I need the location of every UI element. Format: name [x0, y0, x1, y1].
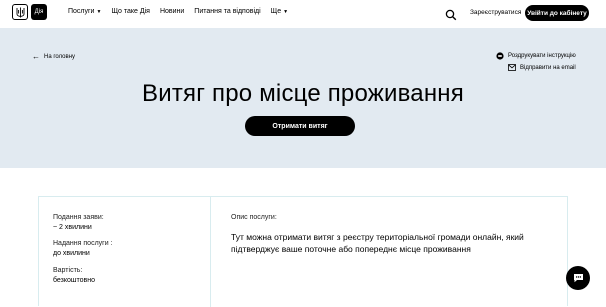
application-time-label: Подання заяви: — [53, 214, 104, 221]
page-title: Витяг про місце проживання — [142, 80, 464, 107]
nav-what-is-diia[interactable]: Що таке Дія — [111, 8, 150, 15]
mail-icon — [508, 64, 516, 71]
nav-news[interactable]: Новини — [160, 8, 184, 15]
nav-services-label: Послуги — [68, 8, 95, 15]
card-divider — [210, 197, 211, 307]
top-header: Дія Послуги ▼ Що таке Дія Новини Питання … — [0, 0, 606, 28]
nav-services[interactable]: Послуги ▼ — [68, 8, 101, 15]
nav-faq[interactable]: Питання та відповіді — [194, 8, 260, 15]
search-icon[interactable] — [445, 8, 457, 21]
application-time: Подання заяви: ~ 2 хвилини — [53, 213, 104, 233]
service-cost-value: безкоштовно — [53, 277, 96, 284]
nav-what-is-diia-label: Що таке Дія — [111, 8, 150, 15]
application-time-value: ~ 2 хвилини — [53, 224, 92, 231]
service-info-card: Подання заяви: ~ 2 хвилини Надання послу… — [38, 196, 568, 307]
get-extract-button[interactable]: Отримати витяг — [245, 116, 355, 136]
chat-button[interactable] — [566, 266, 590, 290]
register-link[interactable]: Зареєструватися — [470, 9, 521, 16]
trident-logo-icon[interactable] — [12, 4, 28, 20]
logo-group: Дія — [12, 4, 47, 20]
back-label: На головну — [44, 53, 76, 60]
description-label: Опис послуги: — [231, 214, 277, 221]
delivery-time: Надання послуги : до хвилини — [53, 239, 113, 259]
email-label: Відправити на email — [520, 64, 576, 71]
service-cost: Вартість: безкоштовно — [53, 266, 95, 286]
main-nav: Послуги ▼ Що таке Дія Новини Питання та в… — [68, 8, 298, 15]
nav-news-label: Новини — [159, 8, 185, 15]
nav-more[interactable]: Ще ▼ — [271, 8, 288, 15]
send-email-link[interactable]: Відправити на email — [508, 64, 576, 71]
nav-more-label: Ще — [270, 8, 282, 15]
print-instruction-link[interactable]: Роздрукувати інструкцію — [496, 52, 576, 60]
service-cost-label: Вартість: — [53, 267, 83, 274]
hero-section: ← На головну Роздрукувати інструкцію Від… — [0, 28, 606, 168]
delivery-time-label: Надання послуги : — [53, 240, 113, 247]
description-text: Тут можна отримати витяг з реєстру терит… — [231, 232, 524, 254]
nav-faq-label: Питання та відповіді — [194, 8, 261, 15]
print-label: Роздрукувати інструкцію — [508, 53, 576, 59]
delivery-time-value: до хвилини — [53, 250, 90, 257]
chevron-down-icon: ▼ — [96, 8, 102, 15]
chat-bubble-icon — [573, 274, 583, 283]
diia-logo[interactable]: Дія — [31, 4, 47, 20]
chevron-down-icon: ▼ — [283, 8, 289, 15]
printer-icon — [496, 52, 504, 60]
arrow-left-icon: ← — [32, 52, 40, 61]
login-button[interactable]: Увійти до кабінету — [525, 5, 589, 21]
back-to-home-link[interactable]: ← На головну — [32, 52, 75, 61]
